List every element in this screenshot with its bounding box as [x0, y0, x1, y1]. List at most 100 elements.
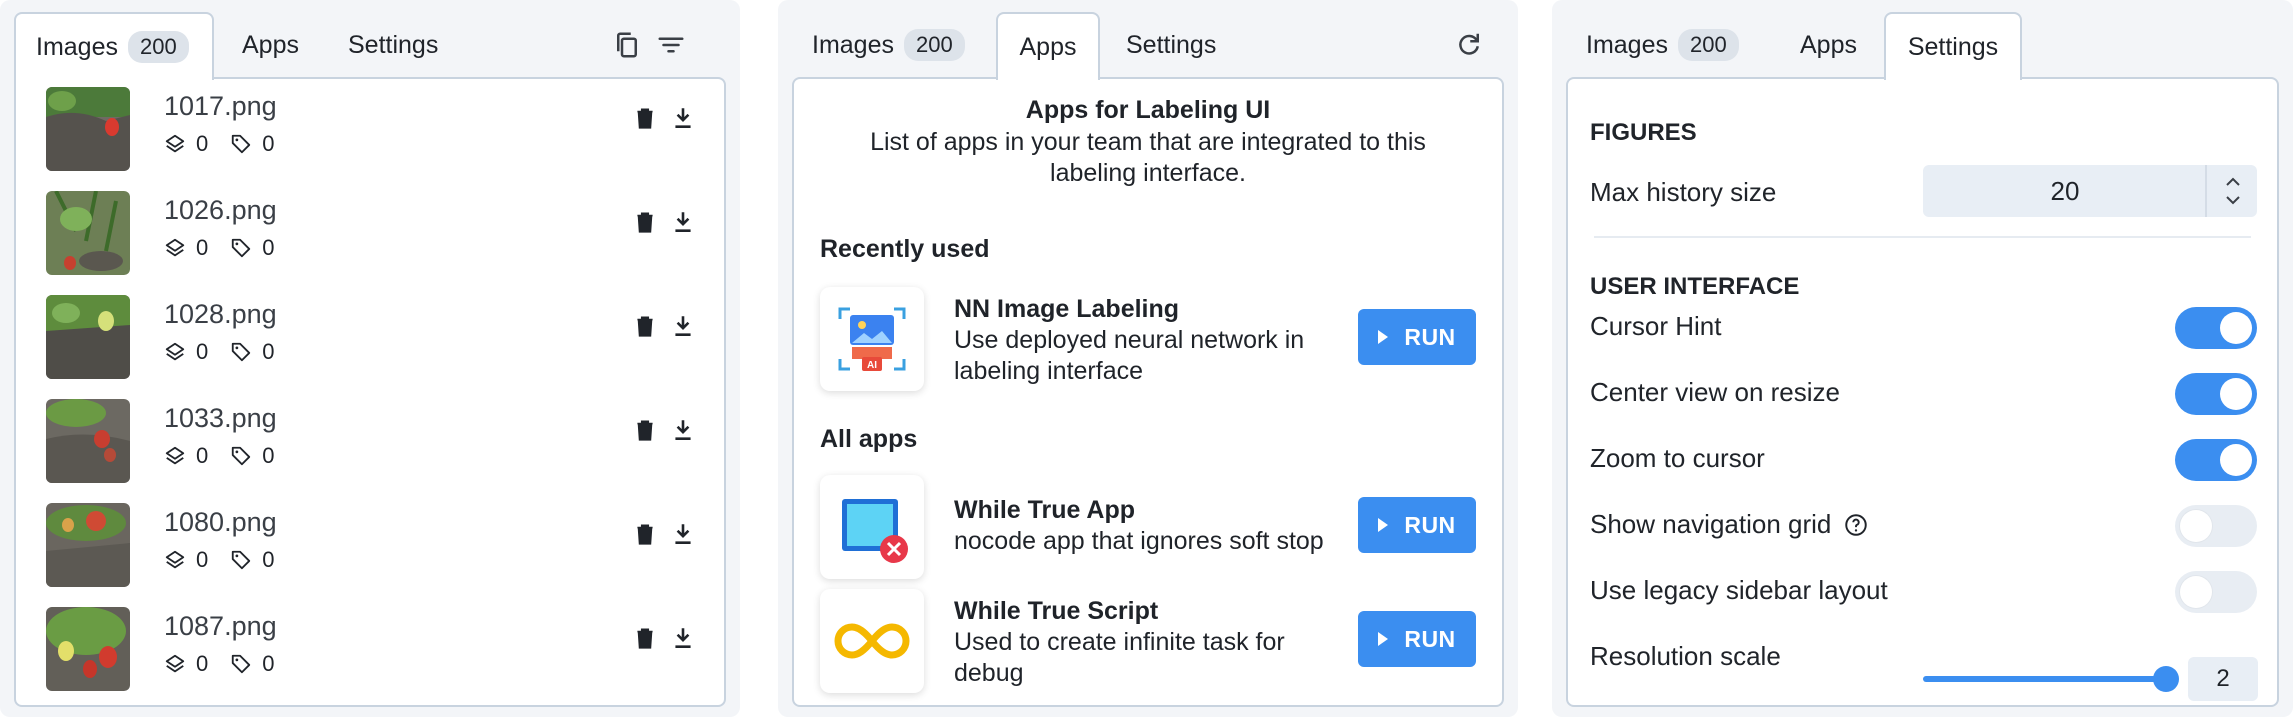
tab-apps[interactable]: Apps: [996, 12, 1100, 80]
tag-icon: [232, 238, 251, 258]
app-name: NN Image Labeling: [954, 295, 1180, 323]
apps-title: Apps for Labeling UI: [1025, 96, 1271, 124]
figure-count: 0: [196, 443, 209, 468]
app-description: Use deployed neural network in labeling …: [954, 326, 1305, 385]
download-icon[interactable]: [670, 313, 696, 339]
download-icon[interactable]: [670, 521, 696, 547]
tab-apps[interactable]: Apps: [1780, 12, 1877, 78]
number-stepper[interactable]: [2205, 165, 2257, 217]
tag-count: 0: [262, 339, 275, 364]
ai-label: AI: [867, 360, 877, 371]
resolution-scale-value[interactable]: 2: [2188, 657, 2258, 701]
list-item[interactable]: 1026.png 0 0: [36, 183, 704, 275]
navigation-grid-label: Show navigation grid: [1590, 509, 1832, 539]
figure-count: 0: [196, 339, 209, 364]
delete-icon[interactable]: [632, 417, 658, 443]
file-name: 1080.png: [164, 507, 277, 537]
tab-settings[interactable]: Settings: [328, 12, 458, 78]
user-interface-heading: USER INTERFACE: [1590, 273, 1800, 300]
play-icon: [1378, 330, 1389, 344]
while-true-app-icon: [820, 475, 924, 579]
tag-icon: [232, 446, 251, 466]
run-button[interactable]: RUN: [1358, 309, 1476, 365]
tab-images[interactable]: Images 200: [14, 12, 214, 80]
image-count-badge: 200: [1677, 29, 1739, 61]
tab-images[interactable]: Images 200: [1566, 12, 1759, 78]
delete-icon[interactable]: [632, 105, 658, 131]
delete-icon[interactable]: [632, 209, 658, 235]
resolution-slider-track[interactable]: [1923, 676, 2163, 682]
center-view-toggle[interactable]: [2175, 373, 2257, 415]
image-meta: 0 0: [164, 339, 275, 365]
resolution-slider-thumb[interactable]: [2153, 666, 2179, 692]
copy-icon[interactable]: [612, 30, 642, 60]
zoom-to-cursor-toggle[interactable]: [2175, 439, 2257, 481]
delete-icon[interactable]: [632, 521, 658, 547]
legacy-sidebar-toggle[interactable]: [2175, 571, 2257, 613]
tag-icon: [232, 134, 251, 154]
tag-icon: [232, 342, 251, 362]
list-item[interactable]: 1087.png 0 0: [36, 599, 704, 691]
run-button[interactable]: RUN: [1358, 497, 1476, 553]
delete-icon[interactable]: [632, 313, 658, 339]
image-meta: 0 0: [164, 131, 275, 157]
refresh-icon[interactable]: [1454, 30, 1484, 60]
toggle-knob: [2220, 312, 2252, 344]
download-icon[interactable]: [670, 209, 696, 235]
tab-label: Apps: [1019, 32, 1077, 61]
layers-icon: [165, 446, 185, 465]
tab-bar: Images 200 Apps Settings: [792, 12, 1504, 80]
tab-label: Images: [36, 32, 118, 61]
file-name: 1028.png: [164, 299, 277, 329]
filter-icon[interactable]: [656, 30, 686, 60]
max-history-value: 20: [2050, 176, 2080, 206]
tab-bar: Images 200 Apps Settings: [1566, 12, 2279, 80]
app-description: nocode app that ignores soft stop: [954, 527, 1324, 555]
run-button[interactable]: RUN: [1358, 611, 1476, 667]
settings-panel: Images 200 Apps Settings FIGURES Max his…: [1552, 0, 2293, 717]
tab-label: Settings: [1126, 30, 1217, 59]
max-history-input[interactable]: 20: [1923, 165, 2257, 217]
app-item: AI NN Image Labeling Use deployed neural…: [820, 287, 1476, 391]
figures-heading: FIGURES: [1590, 119, 1697, 146]
download-icon[interactable]: [670, 417, 696, 443]
resolution-scale-label: Resolution scale: [1590, 641, 1781, 671]
layers-icon: [165, 238, 185, 257]
file-name: 1033.png: [164, 403, 277, 433]
tag-count: 0: [262, 651, 275, 676]
image-thumbnail: [46, 191, 130, 275]
tag-count: 0: [262, 131, 275, 156]
list-item[interactable]: 1017.png 0 0: [36, 79, 704, 171]
navigation-grid-toggle[interactable]: [2175, 505, 2257, 547]
figure-count: 0: [196, 131, 209, 156]
delete-icon[interactable]: [632, 625, 658, 651]
figure-count: 0: [196, 547, 209, 572]
help-icon[interactable]: [1843, 512, 1869, 538]
tab-settings[interactable]: Settings: [1106, 12, 1236, 78]
figure-count: 0: [196, 235, 209, 260]
app-name: While True App: [954, 496, 1136, 524]
list-item[interactable]: 1080.png 0 0: [36, 495, 704, 587]
legacy-sidebar-label: Use legacy sidebar layout: [1590, 575, 1888, 605]
image-thumbnail: [46, 399, 130, 483]
image-thumbnail: [46, 295, 130, 379]
center-view-label: Center view on resize: [1590, 377, 1840, 407]
cursor-hint-toggle[interactable]: [2175, 307, 2257, 349]
list-item[interactable]: 1033.png 0 0: [36, 391, 704, 483]
tab-images[interactable]: Images 200: [792, 12, 985, 78]
app-name: While True Script: [954, 597, 1159, 625]
tab-label: Apps: [242, 30, 299, 59]
image-count-badge: 200: [127, 31, 189, 63]
toggle-knob: [2180, 510, 2212, 542]
zoom-to-cursor-label: Zoom to cursor: [1590, 443, 1765, 473]
image-thumbnail: [46, 503, 130, 587]
tag-icon: [232, 550, 251, 570]
recently-used-heading: Recently used: [820, 235, 990, 263]
tab-settings[interactable]: Settings: [1884, 12, 2022, 80]
tab-apps[interactable]: Apps: [222, 12, 319, 78]
download-icon[interactable]: [670, 105, 696, 131]
download-icon[interactable]: [670, 625, 696, 651]
app-item: While True Script Used to create infinit…: [820, 589, 1476, 693]
tag-count: 0: [262, 235, 275, 260]
list-item[interactable]: 1028.png 0 0: [36, 287, 704, 379]
